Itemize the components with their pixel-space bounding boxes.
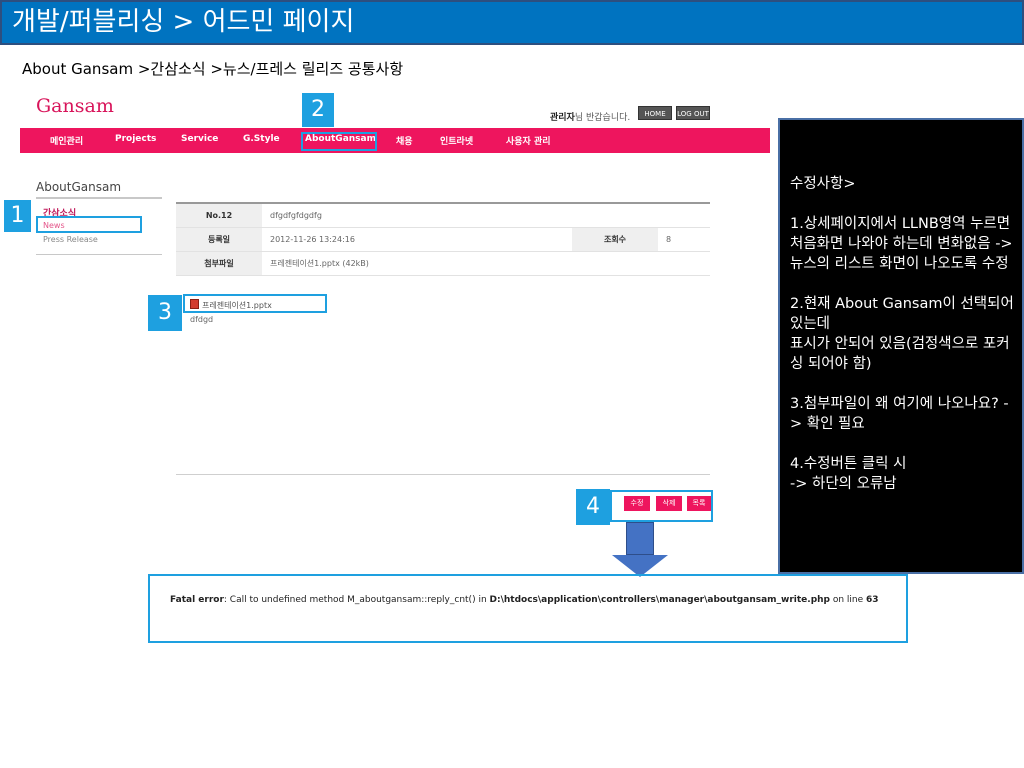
nav-item-gstyle[interactable]: G.Style <box>243 134 280 144</box>
error-file-path: D:\htdocs\application\controllers\manage… <box>489 595 830 605</box>
content-divider <box>176 474 710 475</box>
views-value: 8 <box>658 227 710 252</box>
home-button[interactable]: HOME <box>638 106 672 120</box>
callout-number-2: 2 <box>302 93 334 127</box>
nav-item-recruit[interactable]: 채용 <box>396 134 413 147</box>
callout-box-4 <box>610 490 713 522</box>
note-item-4: 4.수정버튼 클릭 시 -> 하단의 오류남 <box>790 456 907 492</box>
views-label: 조회수 <box>572 227 658 252</box>
revision-notes-panel: 수정사항> 1.상세페이지에서 LLNB영역 누르면 처음화면 나와야 하는데 … <box>778 118 1024 574</box>
callout-box-3 <box>183 294 327 313</box>
post-number: No.12 <box>176 202 262 228</box>
table-row: 첨부파일 프레젠테이션1.pptx (42kB) <box>176 251 710 276</box>
date-value: 2012-11-26 13:24:16 <box>262 227 572 252</box>
lnb-title: AboutGansam <box>36 180 122 194</box>
date-label: 등록일 <box>176 227 262 252</box>
lnb-item-press-release[interactable]: Press Release <box>43 235 98 244</box>
gansam-logo[interactable]: Gansam <box>36 95 114 117</box>
fatal-error-message: Fatal error: Call to undefined method M_… <box>170 595 879 605</box>
attachment-label: 첨부파일 <box>176 251 262 276</box>
table-row: 등록일 2012-11-26 13:24:16 조회수 8 <box>176 227 710 252</box>
error-on-line: on line <box>830 595 867 605</box>
callout-number-4: 4 <box>576 489 610 525</box>
attachment-value[interactable]: 프레젠테이션1.pptx (42kB) <box>262 251 710 276</box>
welcome-text: 관리자님 반갑습니다. <box>550 110 630 123</box>
logout-button[interactable]: LOG OUT <box>676 106 710 120</box>
error-line-number: 63 <box>866 595 879 605</box>
lnb-divider-bottom <box>36 254 162 255</box>
note-item-3: 3.첨부파일이 왜 여기에 나오나요? -> 확인 필요 <box>790 396 1009 432</box>
error-output-box: Fatal error: Call to undefined method M_… <box>148 574 908 643</box>
slide-title: 개발/퍼블리싱 > 어드민 페이지 <box>0 0 1024 45</box>
note-item-2: 2.현재 About Gansam이 선택되어 있는데 표시가 안되어 있음(검… <box>790 296 1014 372</box>
callout-box-2 <box>301 132 377 151</box>
post-title: dfgdfgfdgdfg <box>262 202 710 228</box>
welcome-user: 관리자 <box>550 113 575 123</box>
down-arrow-shaft <box>626 522 654 555</box>
table-row: No.12 dfgdfgfdgdfg <box>176 202 710 228</box>
breadcrumb: About Gansam >간삼소식 >뉴스/프레스 릴리즈 공통사항 <box>22 60 404 78</box>
nav-item-projects[interactable]: Projects <box>115 134 156 144</box>
error-label: Fatal error <box>170 595 224 605</box>
lnb-divider-top <box>36 197 162 199</box>
error-description: : Call to undefined method M_aboutgansam… <box>223 595 490 605</box>
callout-number-1: 1 <box>4 200 31 232</box>
post-body: dfdgd <box>190 315 214 324</box>
callout-box-1 <box>36 216 142 233</box>
nav-item-user-admin[interactable]: 사용자 관리 <box>506 134 551 147</box>
note-item-1: 1.상세페이지에서 LLNB영역 누르면 처음화면 나와야 하는데 변화없음 -… <box>790 216 1013 272</box>
callout-number-3: 3 <box>148 295 182 331</box>
post-detail-table: No.12 dfgdfgfdgdfg 등록일 2012-11-26 13:24:… <box>176 202 710 276</box>
main-nav: 메인관리 Projects Service G.Style AboutGansa… <box>20 128 770 153</box>
nav-item-service[interactable]: Service <box>181 134 218 144</box>
welcome-message: 님 반갑습니다. <box>574 113 631 123</box>
notes-heading: 수정사항> <box>790 176 856 192</box>
nav-item-intranet[interactable]: 인트라넷 <box>440 134 473 147</box>
nav-item-main[interactable]: 메인관리 <box>50 134 83 147</box>
